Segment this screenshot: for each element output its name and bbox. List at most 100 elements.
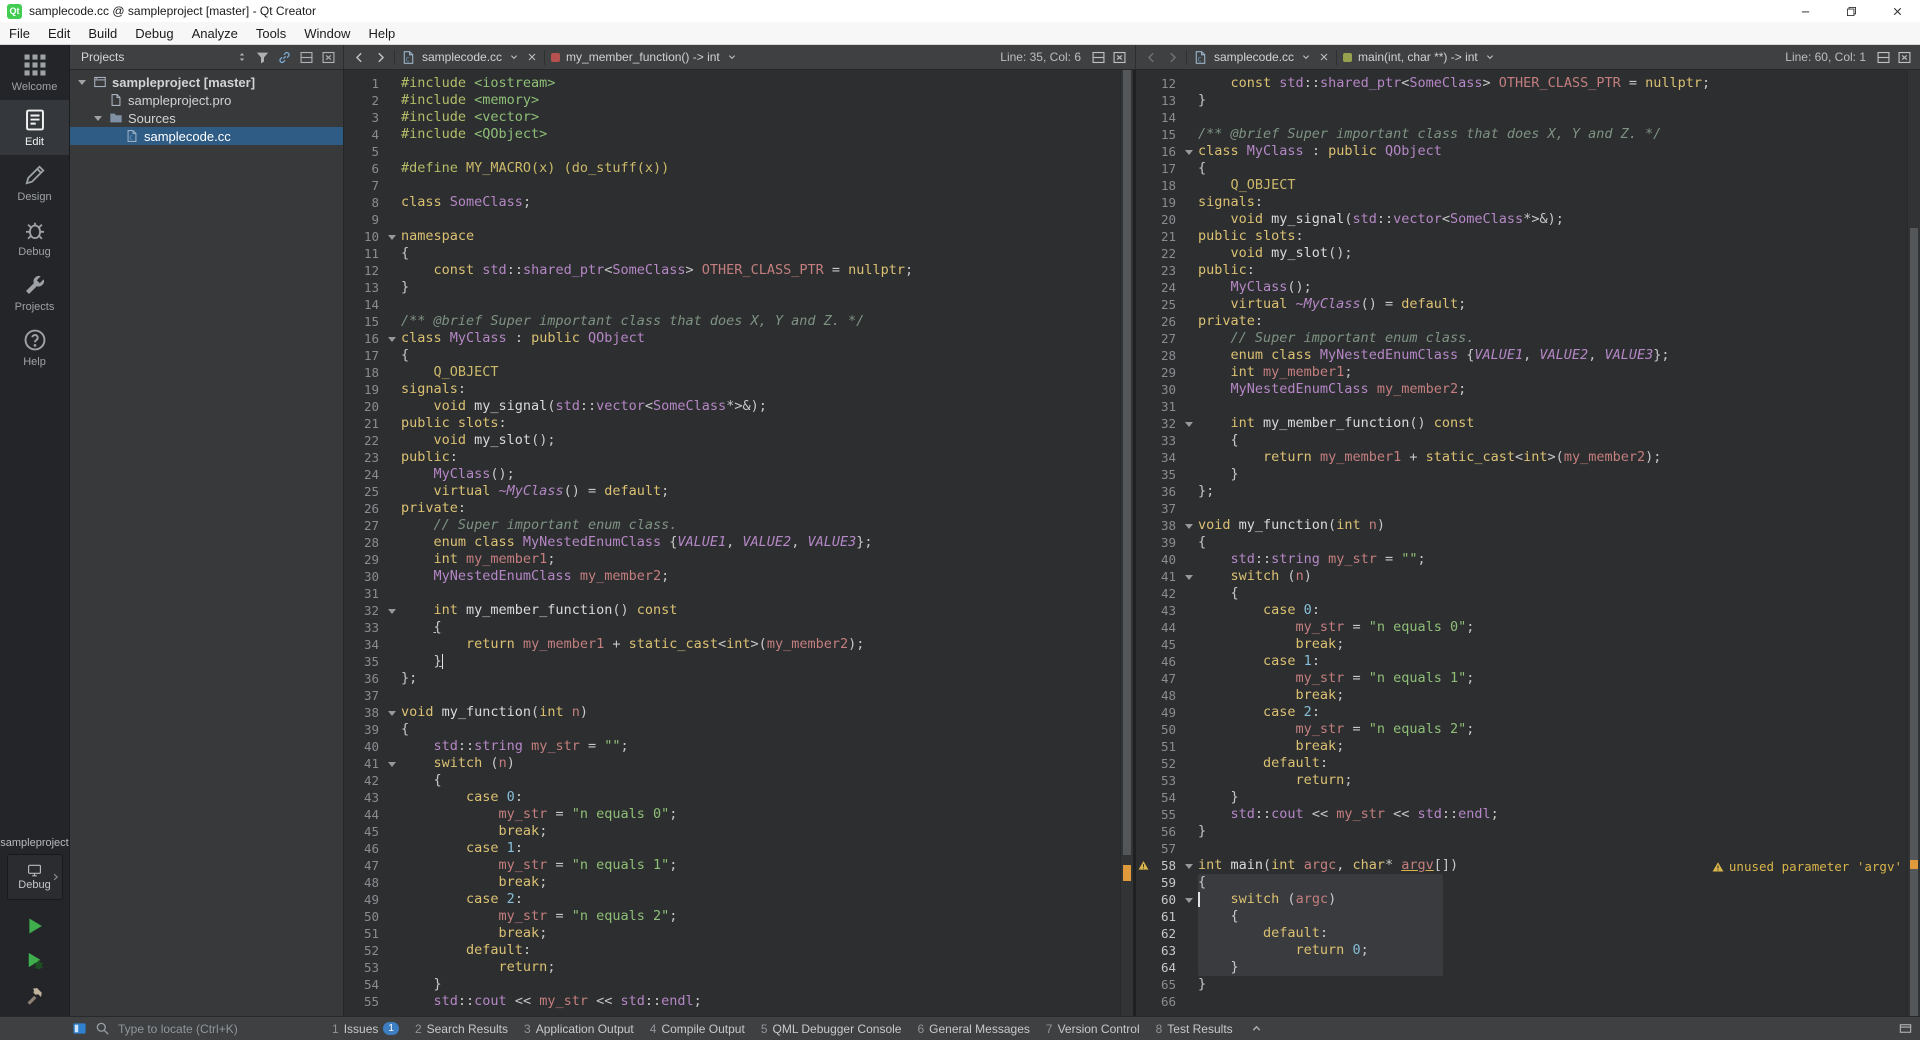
output-pane-button-qml-debugger-console[interactable]: 5 QML Debugger Console [761,1022,902,1036]
code-line[interactable]: 16 class MyClass : public QObject [1136,143,1920,160]
code-line[interactable]: 61 { [1136,908,1920,925]
code-line[interactable]: 25 virtual ~MyClass() = default; [1136,296,1920,313]
filter-icon[interactable] [255,50,270,65]
code-line[interactable]: 42 { [344,772,1133,789]
code-line[interactable]: 48 break; [344,874,1133,891]
code-line[interactable]: 27 // Super important enum class. [1136,330,1920,347]
code-line[interactable]: 59 { [1136,874,1920,891]
split-sidebar-icon[interactable] [299,50,314,65]
code-line[interactable]: 24 MyClass(); [1136,279,1920,296]
code-line[interactable]: 15 /** @brief Super important class that … [1136,126,1920,143]
code-line[interactable]: 40 std::string my_str = ""; [1136,551,1920,568]
code-line[interactable]: 34 return my_member1 + static_cast<int>(… [344,636,1133,653]
code-line[interactable]: 13} [344,279,1133,296]
go-forward-icon[interactable] [1165,50,1180,65]
go-back-icon[interactable] [352,50,367,65]
code-line[interactable]: 24 MyClass(); [344,466,1133,483]
code-line[interactable]: 48 break; [1136,687,1920,704]
code-line[interactable]: 37 [344,687,1133,704]
code-line[interactable]: 44 my_str = "n equals 0"; [344,806,1133,823]
close-split-icon[interactable] [1112,50,1127,65]
line-column-indicator[interactable]: Line: 60, Col: 1 [1785,50,1866,64]
code-line[interactable]: 52 default: [344,942,1133,959]
code-line[interactable]: 50 my_str = "n equals 2"; [344,908,1133,925]
sidebar-view-selector[interactable]: Projects [81,50,229,64]
code-line[interactable]: 1 #include <iostream> [344,75,1133,92]
code-line[interactable]: 12 const std::shared_ptr<SomeClass> OTHE… [344,262,1133,279]
code-line[interactable]: 4 #include <QObject> [344,126,1133,143]
fold-arrow-icon[interactable] [1181,568,1198,585]
toggle-left-sidebar-icon[interactable] [72,1021,87,1036]
code-line[interactable]: 30 MyNestedEnumClass my_member2; [1136,381,1920,398]
mode-debug[interactable]: Debug [0,210,69,265]
code-line[interactable]: 20 void my_signal(std::vector<SomeClass*… [344,398,1133,415]
code-line[interactable]: 41 switch (n) [1136,568,1920,585]
code-line[interactable]: 62 default: [1136,925,1920,942]
code-line[interactable]: 25 virtual ~MyClass() = default; [344,483,1133,500]
code-line[interactable]: 26 private: [344,500,1133,517]
code-line[interactable]: 11 { [344,245,1133,262]
code-line[interactable]: 18 Q_OBJECT [1136,177,1920,194]
open-document-selector[interactable]: samplecode.cc [422,50,502,64]
code-line[interactable]: 55 std::cout << my_str << std::endl; [344,993,1133,1010]
output-pane-button-general-messages[interactable]: 6 General Messages [917,1022,1029,1036]
menu-tools[interactable]: Tools [247,22,295,44]
code-line[interactable]: 21 public slots: [344,415,1133,432]
code-line[interactable]: 15 /** @brief Super important class that … [344,313,1133,330]
code-line[interactable]: 21 public slots: [1136,228,1920,245]
code-line[interactable]: 19 signals: [1136,194,1920,211]
split-editor-icon[interactable] [1091,50,1106,65]
fold-arrow-icon[interactable] [384,602,401,619]
code-line[interactable]: 65} [1136,976,1920,993]
output-pane-button-test-results[interactable]: 8 Test Results [1156,1022,1233,1036]
code-line[interactable]: 46 case 1: [344,840,1133,857]
code-line[interactable]: 66 [1136,993,1920,1010]
fold-arrow-icon[interactable] [384,228,401,245]
menu-debug[interactable]: Debug [126,22,182,44]
code-line[interactable]: 38 void my_function(int n) [1136,517,1920,534]
code-line[interactable]: 14 [344,296,1133,313]
minimize-button[interactable] [1782,0,1828,22]
code-line[interactable]: 47 my_str = "n equals 1"; [344,857,1133,874]
chevron-down-icon[interactable] [508,51,520,63]
code-line[interactable]: 30 MyNestedEnumClass my_member2; [344,568,1133,585]
chevron-down-icon[interactable] [1484,51,1496,63]
code-line[interactable]: 50 my_str = "n equals 2"; [1136,721,1920,738]
code-line[interactable]: 45 break; [1136,636,1920,653]
code-line[interactable]: 36}; [1136,483,1920,500]
code-line[interactable]: 8 class SomeClass; [344,194,1133,211]
fold-arrow-icon[interactable] [1181,891,1198,908]
code-line[interactable]: 34 return my_member1 + static_cast<int>(… [1136,449,1920,466]
code-line[interactable]: 17 { [344,347,1133,364]
symbol-selector[interactable]: main(int, char **) -> int [1358,50,1478,64]
code-line[interactable]: 37 [1136,500,1920,517]
code-line[interactable]: 42 { [1136,585,1920,602]
menu-window[interactable]: Window [295,22,359,44]
code-line[interactable]: 45 break; [344,823,1133,840]
code-line[interactable]: 22 void my_slot(); [344,432,1133,449]
start-debugging-icon[interactable] [25,951,45,971]
fold-arrow-icon[interactable] [1181,517,1198,534]
code-line[interactable]: 64 } [1136,959,1920,976]
code-line[interactable]: 31 [344,585,1133,602]
code-line[interactable]: 39 { [1136,534,1920,551]
code-line[interactable]: 35 } [344,653,1133,670]
code-line[interactable]: 29 int my_member1; [1136,364,1920,381]
code-line[interactable]: 60 switch (argc) [1136,891,1920,908]
code-line[interactable]: 43 case 0: [344,789,1133,806]
go-back-icon[interactable] [1144,50,1159,65]
code-line[interactable]: 46 case 1: [1136,653,1920,670]
code-line[interactable]: 20 void my_signal(std::vector<SomeClass*… [1136,211,1920,228]
mode-projects[interactable]: Projects [0,265,69,320]
maximize-button[interactable] [1828,0,1874,22]
code-line[interactable]: 18 Q_OBJECT [344,364,1133,381]
code-line[interactable]: 19 signals: [344,381,1133,398]
fold-arrow-icon[interactable] [1181,857,1198,874]
close-split-icon[interactable] [1897,50,1912,65]
code-line[interactable]: 36}; [344,670,1133,687]
mode-design[interactable]: Design [0,155,69,210]
expand-arrow-icon[interactable] [76,73,88,91]
build-icon[interactable] [25,986,45,1006]
output-pane-button-version-control[interactable]: 7 Version Control [1046,1022,1140,1036]
split-editor-icon[interactable] [1876,50,1891,65]
